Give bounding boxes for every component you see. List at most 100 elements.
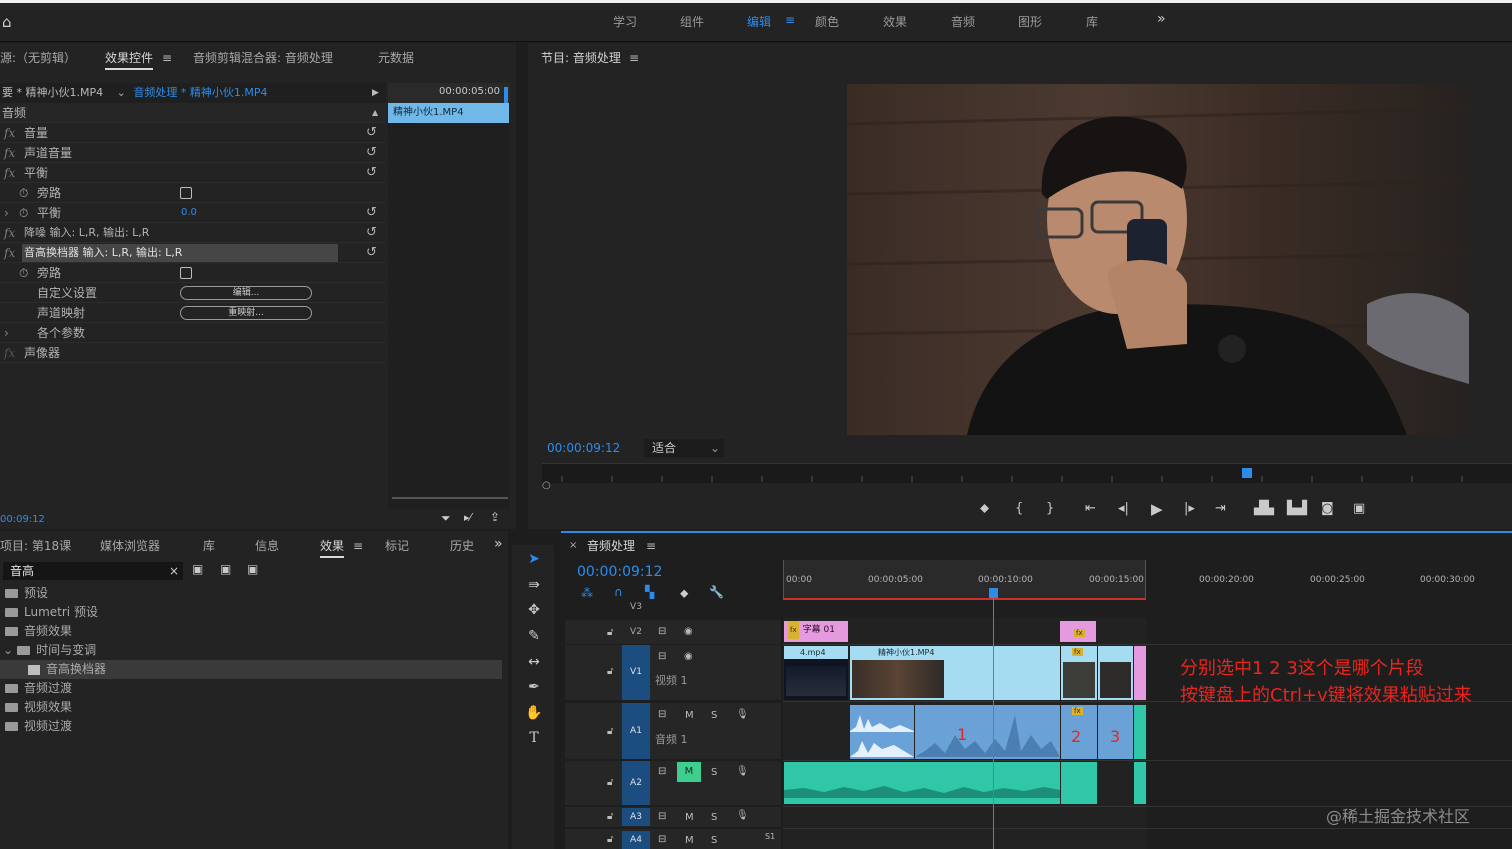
fx-icon[interactable]: fx [4, 163, 15, 183]
fx-icon[interactable]: fx [4, 143, 15, 163]
video-clip-main[interactable]: 精神小伙1.MP4 [850, 646, 1060, 700]
scroll-up-icon[interactable]: ▲ [372, 103, 378, 123]
video-clip-3[interactable] [1098, 646, 1133, 700]
mute-button[interactable]: M [685, 835, 694, 846]
mute-button-active[interactable]: M [677, 762, 701, 782]
lock-icon[interactable]: 🔓︎ [607, 666, 613, 677]
sync-lock-icon[interactable]: ⊟ [658, 709, 666, 720]
tree-item-video-effects[interactable]: 视频效果 [5, 698, 72, 717]
subtitle-clip[interactable]: fx 字幕 01 [784, 621, 848, 642]
tab-media-browser[interactable]: 媒体浏览器 [100, 537, 160, 554]
ec-scrollbar[interactable] [392, 497, 508, 499]
effect-row-channel-volume[interactable]: fx 声道音量 ↺ [0, 143, 386, 163]
param-row-bypass-2[interactable]: ⏱ 旁路 [0, 263, 386, 283]
chevron-down-icon[interactable]: ⌄ [3, 643, 13, 657]
bypass-checkbox[interactable] [180, 267, 192, 279]
effect-row-panner[interactable]: fx 声像器 [0, 343, 386, 363]
audio-clip-a1-0[interactable] [850, 705, 914, 759]
tab-effects-panel[interactable]: 效果 [320, 537, 345, 558]
linked-selection-icon[interactable]: ▚ [645, 585, 654, 599]
mark-out-icon[interactable]: } [1046, 501, 1054, 516]
effect-row-balance[interactable]: fx 平衡 ↺ [0, 163, 386, 183]
mic-icon[interactable]: 🎙︎ [736, 810, 749, 821]
solo-button[interactable]: S [711, 812, 717, 823]
video-clip-pink[interactable] [1134, 646, 1146, 700]
reset-icon[interactable]: ↺ [366, 143, 377, 163]
ripple-edit-tool-icon[interactable]: ✥ [524, 602, 544, 618]
add-marker-icon[interactable]: ⬥ [980, 501, 989, 516]
yuv-effects-icon[interactable]: ▣ [247, 562, 258, 576]
audio-clip-a2-0[interactable] [784, 762, 1060, 804]
tree-item-video-transitions[interactable]: 视频过渡 [5, 717, 72, 736]
mic-icon[interactable]: 🎙︎ [736, 709, 749, 720]
hand-tool-icon[interactable]: ✋ [524, 705, 544, 721]
stopwatch-icon[interactable]: ⏱ [19, 263, 28, 283]
more-tabs-icon[interactable]: » [494, 536, 503, 552]
step-forward-icon[interactable]: |▸ [1184, 501, 1195, 516]
close-icon[interactable]: × [569, 540, 577, 551]
eye-icon[interactable]: ◉ [684, 626, 693, 637]
sync-lock-icon[interactable]: ⊟ [658, 651, 666, 662]
audio-clip-a1-3[interactable]: 3 [1098, 705, 1133, 759]
filter-icon[interactable]: ⏷ [441, 511, 451, 526]
solo-button[interactable]: S [711, 710, 717, 721]
stopwatch-icon[interactable]: ⏱ [19, 203, 28, 223]
more-workspaces-button[interactable]: » [1157, 11, 1166, 27]
ec-playhead[interactable] [504, 87, 508, 103]
lock-icon[interactable]: 🔓︎ [607, 777, 613, 788]
lock-icon[interactable]: 🔓︎ [607, 627, 613, 638]
panel-menu-icon[interactable]: ≡ [353, 539, 363, 553]
add-marker-icon[interactable]: ⬥ [680, 586, 688, 601]
timeline-playhead-handle[interactable] [989, 588, 998, 598]
tab-color[interactable]: 颜色 [815, 13, 839, 30]
solo-button[interactable]: S [711, 835, 717, 846]
nest-icon[interactable]: ⁂ [581, 586, 593, 600]
mute-button[interactable]: M [685, 710, 694, 721]
fx-icon[interactable]: fx [4, 223, 15, 243]
effect-row-pitch-shifter[interactable]: fx 音高换档器 输入: L,R, 输出: L,R ↺ [0, 243, 386, 263]
chevron-down-icon[interactable]: ⌄ [117, 86, 126, 99]
ec-current-timecode[interactable]: 00:09:12 [0, 514, 45, 525]
fx-icon[interactable]: fx [4, 343, 15, 363]
tree-item-time-pitch[interactable]: ⌄ 时间与变调 [3, 641, 96, 660]
fx-icon[interactable]: fx [4, 243, 15, 263]
mic-icon[interactable]: 🎙︎ [736, 766, 749, 777]
tree-item-audio-effects[interactable]: 音频效果 [5, 622, 72, 641]
sync-lock-icon[interactable]: ⊟ [658, 766, 666, 777]
lock-icon[interactable]: 🔓︎ [607, 726, 613, 737]
timeline-timecode[interactable]: 00:00:09:12 [577, 564, 662, 580]
reset-icon[interactable]: ↺ [366, 223, 377, 243]
audio-clip-a1-4[interactable] [1134, 705, 1146, 759]
track-label-v2[interactable]: V2 [622, 623, 650, 641]
reset-icon[interactable]: ↺ [366, 163, 377, 183]
tab-effect-controls[interactable]: 效果控件 [105, 49, 154, 70]
extract-icon[interactable]: ▙▟ [1287, 501, 1307, 516]
tree-item-lumetri[interactable]: Lumetri 预设 [5, 603, 98, 622]
param-row-individual[interactable]: › 各个参数 [0, 323, 386, 343]
sequence-clip-label[interactable]: 音频处理 * 精神小伙1.MP4 [133, 86, 267, 99]
ec-clip-block[interactable]: 精神小伙1.MP4 [388, 103, 509, 123]
reset-icon[interactable]: ↺ [366, 243, 377, 263]
go-to-in-icon[interactable]: ⇤ [1085, 501, 1096, 516]
tab-markers[interactable]: 标记 [385, 537, 409, 554]
play-icon[interactable]: ▶ [1151, 500, 1163, 518]
expand-icon[interactable]: › [4, 323, 9, 343]
bypass-checkbox[interactable] [180, 187, 192, 199]
tab-editing[interactable]: 编辑 [747, 13, 771, 30]
tree-item-audio-transitions[interactable]: 音频过渡 [5, 679, 72, 698]
tab-learn[interactable]: 学习 [613, 13, 637, 30]
panel-menu-icon[interactable]: ≡ [629, 51, 639, 65]
reset-icon[interactable]: ↺ [366, 203, 377, 223]
balance-value[interactable]: 0.0 [181, 203, 197, 223]
fx-badge[interactable]: fx [788, 621, 799, 639]
timeline-playhead[interactable] [993, 588, 994, 849]
sync-lock-icon[interactable]: ⊟ [658, 834, 666, 845]
video-clip-2[interactable]: fx [1061, 646, 1097, 700]
compare-view-icon[interactable]: ▣ [1353, 501, 1365, 516]
lock-icon[interactable]: 🔓︎ [607, 811, 613, 822]
mark-in-icon[interactable]: { [1015, 501, 1023, 516]
go-to-out-icon[interactable]: ⇥ [1215, 501, 1226, 516]
effect-row-volume[interactable]: fx 音量 ↺ [0, 123, 386, 143]
edit-button[interactable]: 编辑... [180, 286, 312, 300]
ec-mini-timeline[interactable]: 00:00:05:00 精神小伙1.MP4 [388, 83, 510, 509]
